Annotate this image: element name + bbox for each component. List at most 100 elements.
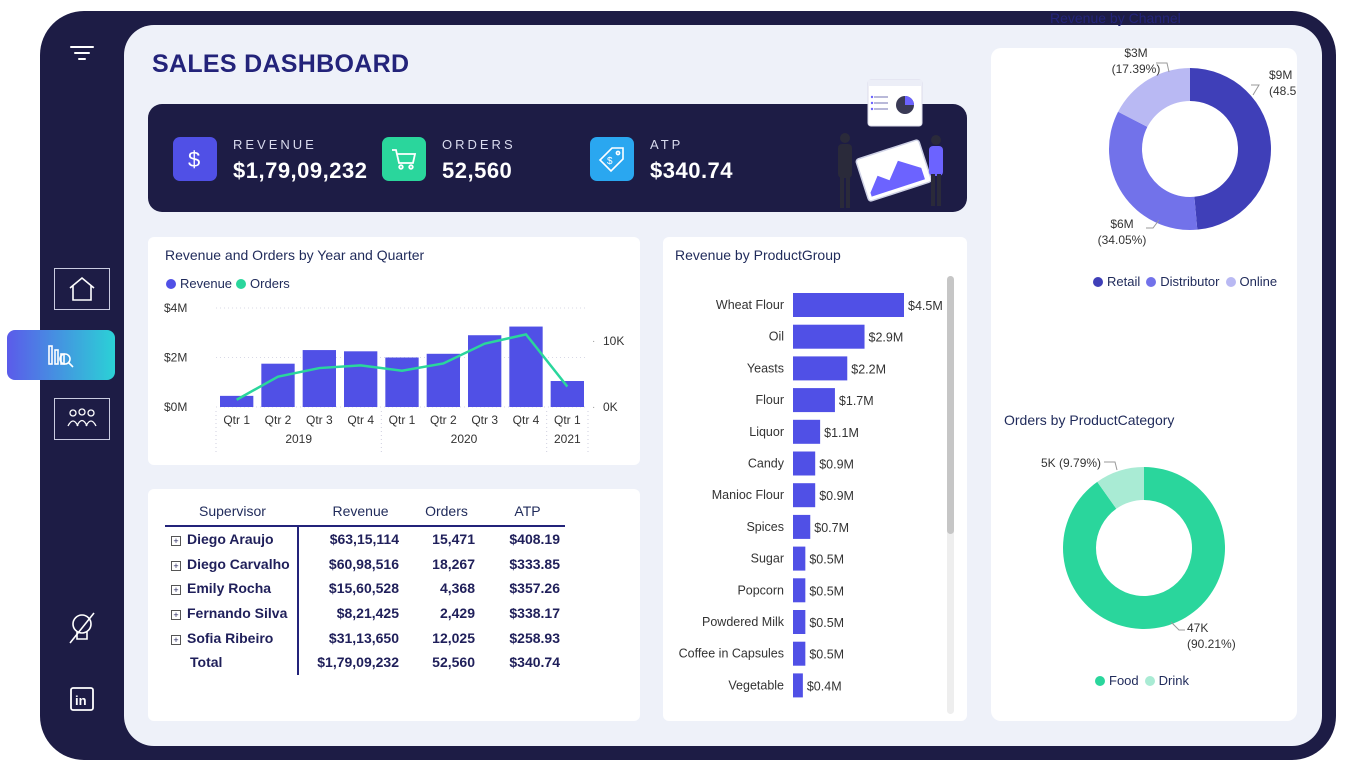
- x-tick-label: Qtr 1: [554, 413, 581, 427]
- product-label: Flour: [756, 393, 784, 407]
- kpi-label: REVENUE: [233, 137, 317, 152]
- product-label: Candy: [748, 457, 785, 471]
- kpi-atp: $ ATP $340.74: [590, 137, 733, 184]
- revenue-bar: [426, 353, 460, 407]
- linkedin-icon[interactable]: in: [64, 684, 100, 714]
- product-label: Coffee in Capsules: [679, 647, 784, 661]
- product-value-label: $1.7M: [839, 394, 874, 408]
- legend-retail[interactable]: Retail: [1093, 274, 1140, 289]
- product-value-label: $0.5M: [809, 584, 844, 598]
- product-label: Oil: [769, 330, 784, 344]
- category-label-drink: 5K (9.79%): [1041, 456, 1101, 470]
- product-bar: [793, 546, 806, 571]
- kpi-revenue: $ REVENUE $1,79,09,232: [173, 137, 367, 184]
- category-legend: Food Drink: [1095, 673, 1189, 688]
- revenue-bar: [220, 395, 254, 407]
- category-chart-title: Orders by ProductCategory: [1004, 412, 1175, 428]
- expand-icon[interactable]: +: [171, 610, 181, 621]
- x-tick-label: Qtr 3: [471, 413, 498, 427]
- col-supervisor[interactable]: Supervisor: [165, 503, 298, 519]
- channel-label-retail: (48.56%): [1269, 84, 1297, 98]
- table-header: Supervisor Revenue Orders ATP: [165, 497, 565, 527]
- presentation-illustration: [838, 79, 943, 208]
- table-row: + Diego Araujo $63,15,114 15,471 $408.19: [165, 527, 565, 552]
- channel-chart-title: Revenue by Channel: [1050, 10, 1181, 26]
- product-label: Liquor: [749, 425, 784, 439]
- legend-food[interactable]: Food: [1095, 673, 1139, 688]
- scrollbar-thumb[interactable]: [947, 276, 954, 534]
- legend-drink[interactable]: Drink: [1144, 673, 1189, 688]
- y-right-tick-mark: ·: [592, 402, 595, 413]
- home-nav-button[interactable]: [54, 268, 110, 310]
- product-label: Yeasts: [747, 361, 784, 375]
- kpi-label: ORDERS: [442, 137, 516, 152]
- revenue-bar: [468, 335, 502, 407]
- y-left-tick: $2M: [164, 351, 187, 365]
- product-bar: [793, 641, 806, 666]
- x-group-label: 2019: [285, 432, 312, 446]
- x-tick-label: Qtr 1: [223, 413, 250, 427]
- channel-label-distributor: (34.05%): [1098, 233, 1147, 247]
- product-bar: [793, 673, 803, 698]
- y-right-tick-mark: ·: [592, 336, 595, 347]
- leader-line: [1104, 461, 1118, 471]
- product-chart: Wheat Flour $4.5M Oil $2.9M Yeasts $2.2M Flour…: [679, 293, 943, 698]
- product-label: Manioc Flour: [712, 488, 784, 502]
- no-idea-icon[interactable]: [62, 608, 102, 648]
- analytics-nav-button[interactable]: [7, 330, 115, 380]
- product-bar: [793, 483, 816, 508]
- table-total-row: Total $1,79,09,232 52,560 $340.74: [190, 654, 560, 671]
- svg-text:$: $: [188, 147, 200, 172]
- product-bar: [793, 610, 806, 634]
- col-revenue[interactable]: Revenue: [298, 503, 403, 519]
- table-row: + Sofia Ribeiro $31,13,650 12,025 $258.93: [165, 625, 565, 650]
- expand-icon[interactable]: +: [171, 585, 181, 596]
- product-bar: [793, 324, 865, 349]
- x-tick-label: Qtr 2: [430, 413, 457, 427]
- y-right-tick: 0K: [603, 400, 618, 414]
- col-orders[interactable]: Orders: [403, 503, 475, 519]
- channel-donut-chart: $9M (48.56%) $6M (34.05%) $3M (17.39%): [1098, 48, 1297, 247]
- product-value-label: $0.5M: [809, 553, 844, 567]
- cart-icon: [382, 137, 426, 181]
- product-bar: [793, 293, 904, 317]
- product-value-label: $0.7M: [814, 521, 849, 535]
- channel-slice: [1109, 111, 1198, 230]
- expand-icon[interactable]: +: [171, 560, 181, 571]
- table-row: + Diego Carvalho $60,98,516 18,267 $333.85: [165, 552, 565, 577]
- product-value-label: $2.2M: [851, 362, 886, 376]
- price-tag-icon: $: [590, 137, 634, 181]
- table-row: + Fernando Silva $8,21,425 2,429 $338.17: [165, 601, 565, 626]
- x-tick-label: Qtr 3: [306, 413, 333, 427]
- channel-legend: Retail Distributor Online: [1093, 274, 1277, 289]
- product-bar: [793, 451, 816, 476]
- x-group-label: 2021: [554, 432, 581, 446]
- x-tick-label: Qtr 4: [347, 413, 374, 427]
- category-label-food-pct: (90.21%): [1187, 637, 1236, 651]
- legend-distributor[interactable]: Distributor: [1146, 274, 1220, 289]
- y-left-tick: $0M: [164, 400, 187, 414]
- channel-label-online: (17.39%): [1112, 62, 1161, 76]
- product-value-label: $0.4M: [807, 679, 842, 693]
- product-label: Wheat Flour: [716, 298, 784, 312]
- channel-label-distributor: $6M: [1110, 217, 1133, 231]
- product-value-label: $1.1M: [824, 426, 859, 440]
- product-label: Vegetable: [728, 678, 784, 692]
- product-bar: [793, 578, 806, 603]
- filter-menu-icon[interactable]: [67, 40, 97, 66]
- product-bar: [793, 514, 811, 539]
- x-tick-label: Qtr 1: [389, 413, 416, 427]
- x-group-label: 2020: [451, 432, 478, 446]
- product-value-label: $2.9M: [869, 331, 904, 345]
- product-scrollbar[interactable]: [947, 276, 954, 714]
- legend-online[interactable]: Online: [1225, 274, 1277, 289]
- y-right-tick: 10K: [603, 334, 624, 348]
- expand-icon[interactable]: +: [171, 536, 181, 547]
- expand-icon[interactable]: +: [171, 634, 181, 645]
- product-label: Sugar: [751, 552, 784, 566]
- people-nav-button[interactable]: [54, 398, 110, 440]
- combo-chart: $0M $2M $4M 0K · 10K · Qtr 1 Qtr 2 Qtr 3 Qtr 4 Qtr …: [164, 301, 624, 453]
- revenue-bar: [344, 351, 378, 407]
- col-atp[interactable]: ATP: [475, 503, 565, 519]
- x-tick-label: Qtr 4: [513, 413, 540, 427]
